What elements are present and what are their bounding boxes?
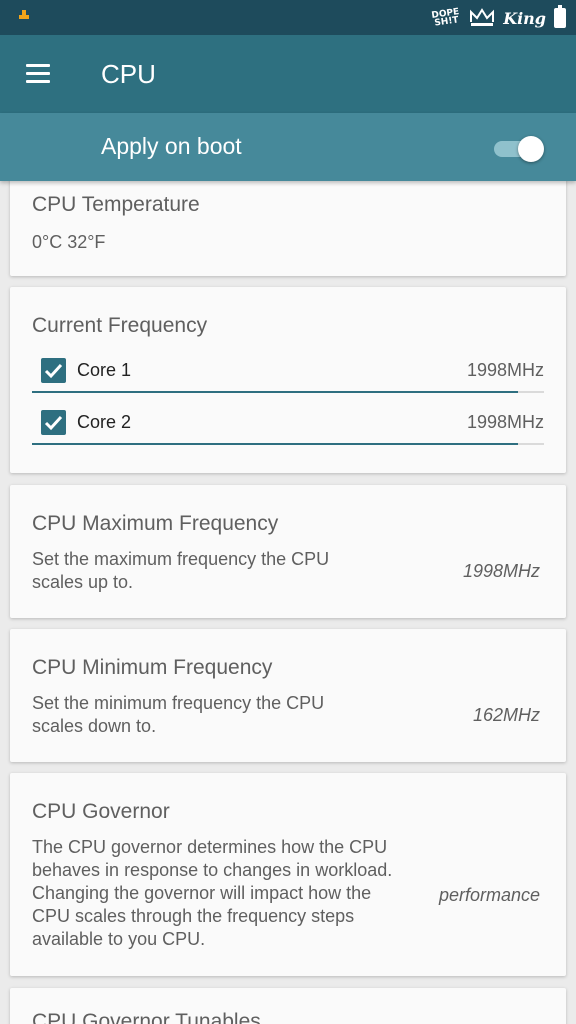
core-frequency: 1998MHz [466,412,544,432]
temperature-value: 0°C 32°F [32,232,106,252]
core-label: Core 2 [77,412,132,432]
page-title: CPU [101,59,156,89]
max-frequency-value: 1998MHz [462,561,540,581]
max-frequency-title: CPU Maximum Frequency [32,512,279,535]
max-frequency-card[interactable]: CPU Maximum Frequency Set the maximum fr… [10,485,566,618]
apply-on-boot-toggle[interactable] [492,135,548,162]
governor-tunables-title: CPU Governor Tunables [32,1010,261,1024]
current-frequency-title: Current Frequency [32,314,208,337]
apply-on-boot-bar: Apply on boot [0,113,576,181]
core-row[interactable]: Core 1 1998MHz [32,349,544,393]
status-bar: DOPE SH!T King [0,0,576,35]
governor-card[interactable]: CPU Governor The CPU governor determines… [10,773,566,976]
battery-icon [554,5,566,28]
core-frequency-bar [32,391,544,393]
min-frequency-title: CPU Minimum Frequency [32,656,273,679]
core-bar-fill [32,443,519,445]
app-bar: CPU [0,35,576,113]
king-icon: King [503,8,546,28]
menu-button[interactable] [22,61,56,87]
crown-icon [470,8,495,26]
max-frequency-description: Set the maximum frequency the CPU scales… [32,549,330,592]
core-1-checkbox[interactable] [41,358,66,383]
core-2-checkbox[interactable] [41,410,66,435]
governor-tunables-card[interactable]: CPU Governor Tunables [10,988,566,1024]
min-frequency-value: 162MHz [472,705,540,725]
governor-value: performance [438,885,540,905]
checkmark-icon [44,415,63,431]
governor-title: CPU Governor [32,800,170,823]
temperature-card: CPU Temperature 0°C 32°F [10,175,566,276]
temperature-title: CPU Temperature [32,193,200,216]
core-frequency: 1998MHz [466,360,544,380]
apply-on-boot-label: Apply on boot [101,133,242,159]
notification-icon [19,10,29,19]
core-label: Core 1 [77,360,132,380]
checkmark-icon [44,363,63,379]
dope-icon: DOPE SH!T [431,7,461,29]
min-frequency-description: Set the minimum frequency the CPU scales… [32,693,325,736]
min-frequency-card[interactable]: CPU Minimum Frequency Set the minimum fr… [10,629,566,762]
governor-description: The CPU governor determines how the CPU … [32,837,393,949]
core-row[interactable]: Core 2 1998MHz [32,401,544,445]
toggle-thumb [518,136,544,162]
core-frequency-bar [32,443,544,445]
current-frequency-card: Current Frequency Core 1 1998MHz Core 2 … [10,287,566,473]
core-bar-fill [32,391,519,393]
